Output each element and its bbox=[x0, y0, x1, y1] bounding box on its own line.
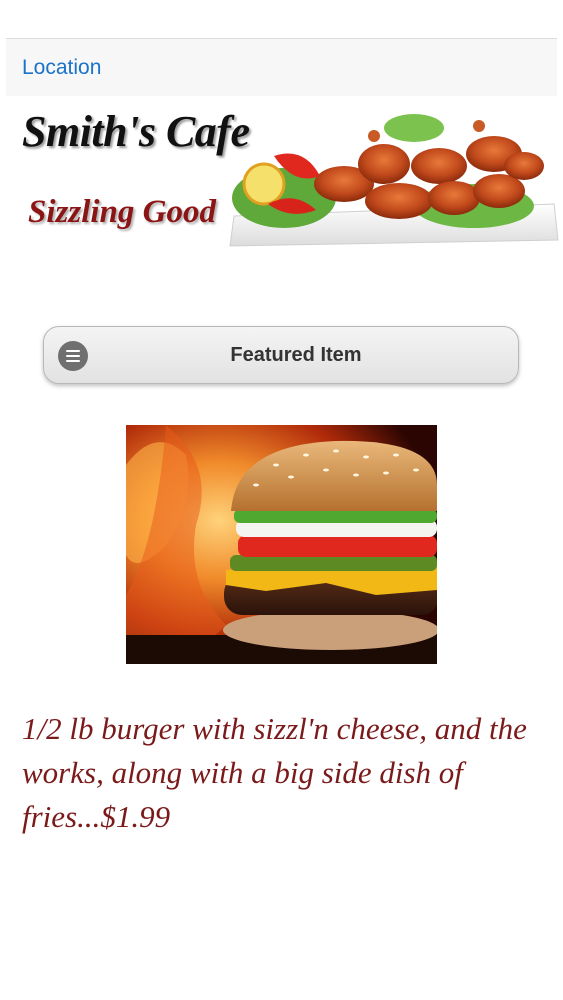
status-area bbox=[0, 0, 563, 38]
chicken-wings-photo bbox=[224, 106, 559, 248]
cafe-title: Smith's Cafe bbox=[22, 107, 250, 156]
featured-item-button[interactable]: Featured Item bbox=[43, 326, 519, 384]
cafe-banner: Smith's Cafe Sizzling Good bbox=[6, 98, 559, 250]
burger-photo bbox=[126, 425, 437, 664]
location-link[interactable]: Location bbox=[22, 56, 101, 80]
featured-item-description: 1/2 lb burger with sizzl'n cheese, and t… bbox=[22, 711, 527, 834]
featured-item-label: Featured Item bbox=[230, 344, 362, 366]
cafe-tagline: Sizzling Good bbox=[28, 194, 216, 230]
top-nav-bar: Location bbox=[6, 38, 557, 96]
